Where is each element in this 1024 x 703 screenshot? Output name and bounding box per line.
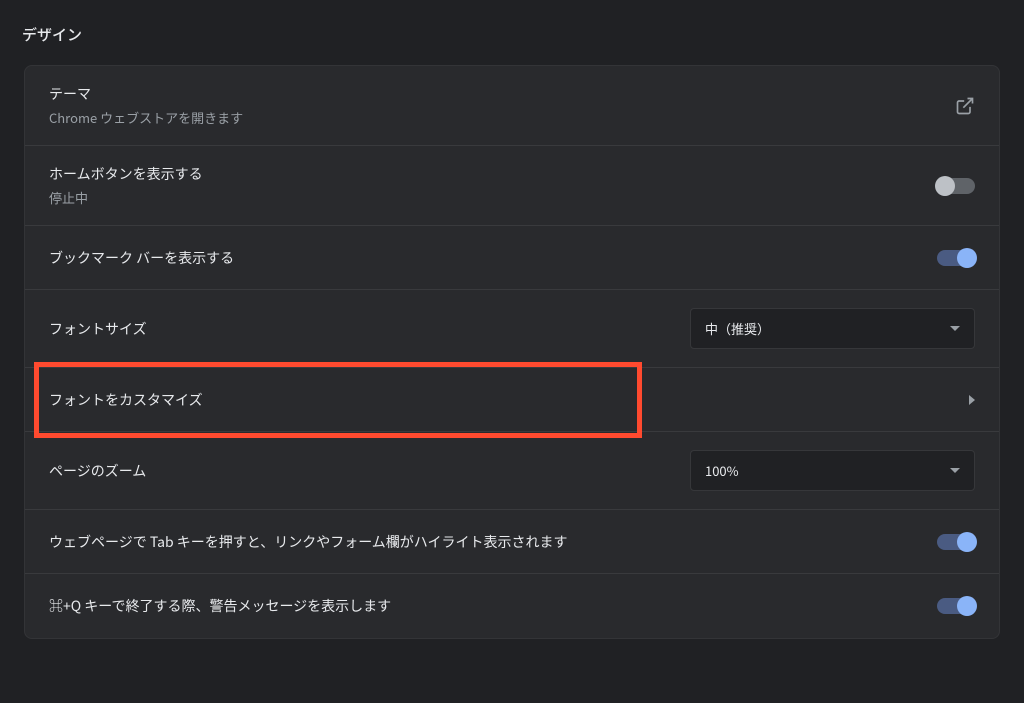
row-theme-title: テーマ [49, 84, 243, 104]
row-font-size-title: フォントサイズ [49, 319, 147, 339]
row-home-button: ホームボタンを表示する 停止中 [25, 146, 999, 226]
font-size-select[interactable]: 中（推奨） [690, 308, 975, 349]
row-customize-fonts-title: フォントをカスタマイズ [49, 390, 203, 410]
section-title: デザイン [0, 0, 1024, 65]
row-tab-highlight: ウェブページで Tab キーを押すと、リンクやフォーム欄がハイライト表示されます [25, 510, 999, 574]
row-home-button-sub: 停止中 [49, 188, 203, 207]
toggle-knob-icon [957, 596, 977, 616]
home-button-toggle[interactable] [937, 178, 975, 194]
row-customize-fonts-label: フォントをカスタマイズ [49, 390, 203, 410]
row-theme-sub: Chrome ウェブストアを開きます [49, 108, 243, 127]
row-quit-warning-title: ⌘+Q キーで終了する際、警告メッセージを表示します [49, 596, 391, 616]
page-zoom-value: 100% [705, 461, 739, 480]
row-page-zoom: ページのズーム 100% [25, 432, 999, 510]
toggle-knob-icon [957, 532, 977, 552]
row-font-size: フォントサイズ 中（推奨） [25, 290, 999, 368]
arrow-right-icon [935, 395, 975, 405]
row-home-button-title: ホームボタンを表示する [49, 164, 203, 184]
bookmarks-bar-toggle[interactable] [937, 250, 975, 266]
row-quit-warning: ⌘+Q キーで終了する際、警告メッセージを表示します [25, 574, 999, 638]
quit-warning-toggle[interactable] [937, 598, 975, 614]
page-zoom-select[interactable]: 100% [690, 450, 975, 491]
caret-down-icon [950, 326, 960, 331]
row-tab-highlight-title: ウェブページで Tab キーを押すと、リンクやフォーム欄がハイライト表示されます [49, 532, 568, 552]
caret-down-icon [950, 468, 960, 473]
settings-card: テーマ Chrome ウェブストアを開きます ホームボタンを表示する 停止中 ブ… [24, 65, 1000, 639]
row-theme-label: テーマ Chrome ウェブストアを開きます [49, 84, 243, 127]
row-page-zoom-label: ページのズーム [49, 461, 146, 481]
row-theme[interactable]: テーマ Chrome ウェブストアを開きます [25, 66, 999, 146]
row-font-size-label: フォントサイズ [49, 319, 147, 339]
tab-highlight-toggle[interactable] [937, 534, 975, 550]
row-bookmarks-bar-label: ブックマーク バーを表示する [49, 248, 234, 268]
toggle-knob-icon [935, 176, 955, 196]
external-link-icon [935, 96, 975, 116]
row-bookmarks-bar: ブックマーク バーを表示する [25, 226, 999, 290]
row-home-button-label: ホームボタンを表示する 停止中 [49, 164, 203, 207]
row-quit-warning-label: ⌘+Q キーで終了する際、警告メッセージを表示します [49, 596, 391, 616]
font-size-value: 中（推奨） [705, 319, 770, 338]
row-tab-highlight-label: ウェブページで Tab キーを押すと、リンクやフォーム欄がハイライト表示されます [49, 532, 568, 552]
row-bookmarks-bar-title: ブックマーク バーを表示する [49, 248, 234, 268]
row-page-zoom-title: ページのズーム [49, 461, 146, 481]
toggle-knob-icon [957, 248, 977, 268]
row-customize-fonts[interactable]: フォントをカスタマイズ [25, 368, 999, 432]
